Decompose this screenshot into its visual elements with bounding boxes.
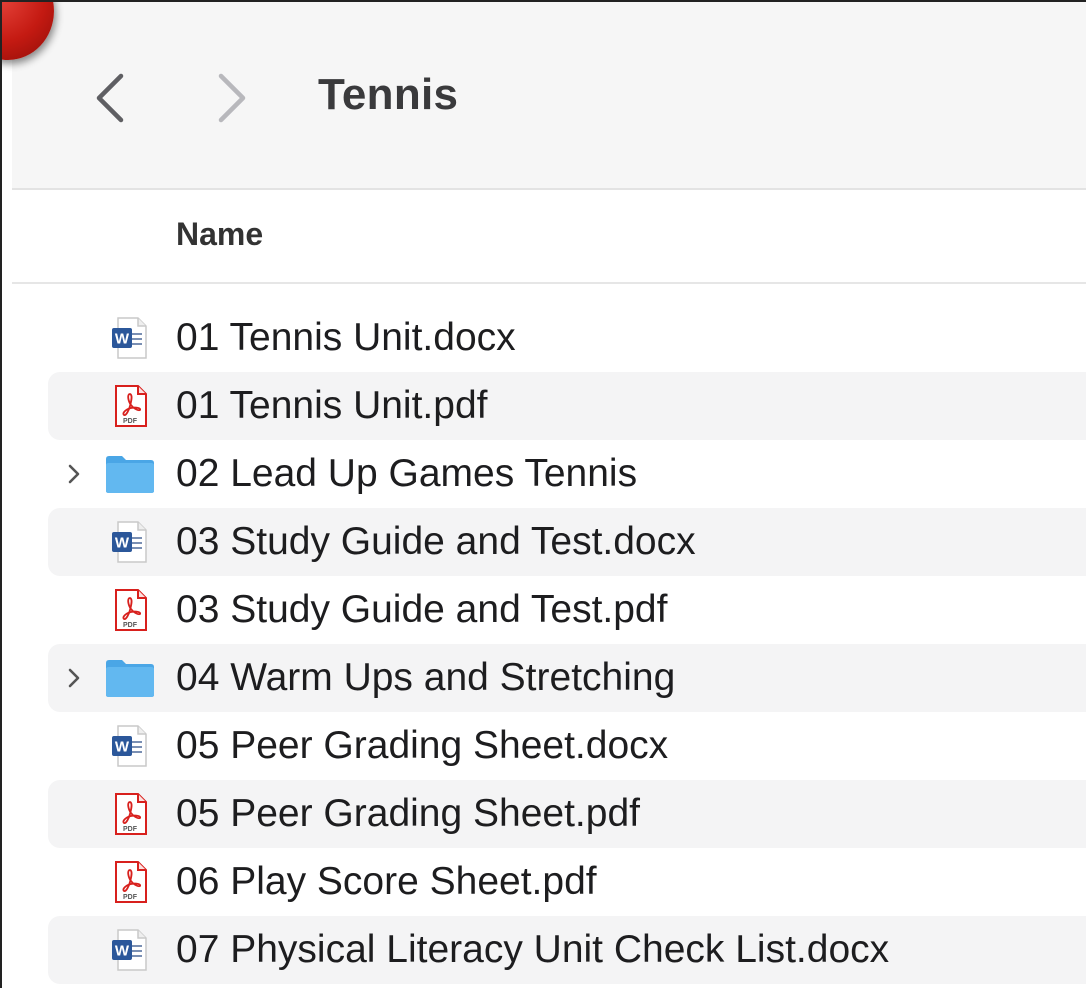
- window-title: Tennis: [318, 70, 459, 119]
- chevron-right-icon: [218, 73, 246, 123]
- file-row[interactable]: 02 Lead Up Games Tennis: [48, 440, 1086, 508]
- column-header-name[interactable]: Name: [176, 216, 263, 253]
- file-name: 02 Lead Up Games Tennis: [176, 452, 638, 495]
- word-document-icon: W: [104, 316, 156, 360]
- svg-text:PDF: PDF: [123, 622, 138, 629]
- pdf-document-icon: PDF: [104, 384, 156, 428]
- pdf-document-icon: PDF: [104, 792, 156, 836]
- file-row[interactable]: W 01 Tennis Unit.docx: [48, 304, 1086, 372]
- forward-button[interactable]: [210, 68, 254, 128]
- finder-window: Tennis Name W 01 Tennis Unit.docx PDF 01 Te…: [0, 0, 1086, 988]
- file-row[interactable]: W 03 Study Guide and Test.docx: [48, 508, 1086, 576]
- file-name: 01 Tennis Unit.pdf: [176, 384, 488, 427]
- pdf-document-icon: PDF: [104, 860, 156, 904]
- svg-text:W: W: [115, 943, 130, 960]
- folder-icon: [104, 656, 156, 700]
- chevron-left-icon: [96, 73, 124, 123]
- svg-text:PDF: PDF: [123, 418, 138, 425]
- file-name: 03 Study Guide and Test.docx: [176, 520, 696, 563]
- file-row[interactable]: W 05 Peer Grading Sheet.docx: [48, 712, 1086, 780]
- file-name: 07 Physical Literacy Unit Check List.doc…: [176, 928, 890, 971]
- file-row[interactable]: PDF 06 Play Score Sheet.pdf: [48, 848, 1086, 916]
- file-name: 03 Study Guide and Test.pdf: [176, 588, 668, 631]
- file-name: 05 Peer Grading Sheet.pdf: [176, 792, 640, 835]
- svg-text:PDF: PDF: [123, 826, 138, 833]
- disclosure-chevron-icon[interactable]: [64, 662, 84, 694]
- folder-icon: [104, 452, 156, 496]
- file-name: 06 Play Score Sheet.pdf: [176, 860, 597, 903]
- back-button[interactable]: [88, 68, 132, 128]
- file-name: 05 Peer Grading Sheet.docx: [176, 724, 669, 767]
- file-row[interactable]: PDF 01 Tennis Unit.pdf: [48, 372, 1086, 440]
- file-row[interactable]: 04 Warm Ups and Stretching: [48, 644, 1086, 712]
- file-row[interactable]: W 07 Physical Literacy Unit Check List.do…: [48, 916, 1086, 984]
- file-name: 04 Warm Ups and Stretching: [176, 656, 676, 699]
- file-row[interactable]: PDF 05 Peer Grading Sheet.pdf: [48, 780, 1086, 848]
- svg-text:PDF: PDF: [123, 894, 138, 901]
- svg-text:W: W: [115, 739, 130, 756]
- word-document-icon: W: [104, 928, 156, 972]
- pdf-document-icon: PDF: [104, 588, 156, 632]
- svg-text:W: W: [115, 535, 130, 552]
- disclosure-chevron-icon[interactable]: [64, 458, 84, 490]
- word-document-icon: W: [104, 724, 156, 768]
- file-list: W 01 Tennis Unit.docx PDF 01 Tennis Unit.pd…: [48, 304, 1086, 984]
- word-document-icon: W: [104, 520, 156, 564]
- toolbar: Tennis: [12, 2, 1086, 188]
- svg-text:W: W: [115, 331, 130, 348]
- file-name: 01 Tennis Unit.docx: [176, 316, 516, 359]
- file-row[interactable]: PDF 03 Study Guide and Test.pdf: [48, 576, 1086, 644]
- header-divider: [12, 282, 1086, 284]
- column-header[interactable]: Name: [12, 190, 1086, 282]
